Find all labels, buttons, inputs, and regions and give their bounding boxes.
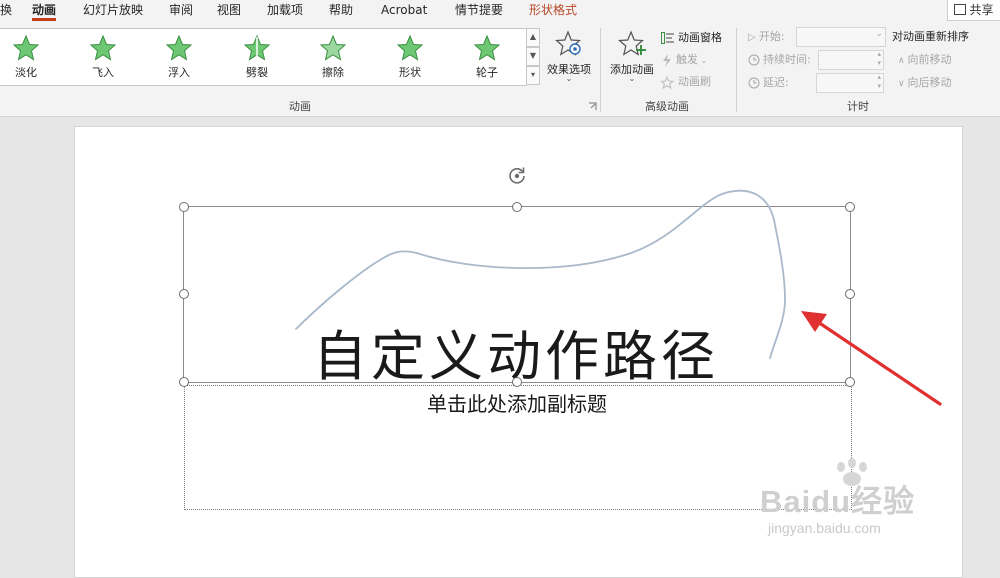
star-icon xyxy=(244,35,270,61)
dialog-launcher-icon[interactable] xyxy=(588,102,597,111)
animation-pane-icon xyxy=(661,32,674,44)
tab-acrobat[interactable]: Acrobat xyxy=(381,1,427,21)
baidu-watermark: Baidu经验 jingyan.baidu.com xyxy=(760,458,980,558)
spinner-arrows-icon: ▴ ▾ xyxy=(877,73,881,90)
clock-icon xyxy=(748,77,760,89)
ribbon: 淡化 飞入 浮入 劈裂 擦除 形状 轮子 ▲ ▼ ▾ 效果选项 ⌄ 动画 添加动… xyxy=(0,22,1000,117)
anim-wheel[interactable]: 轮子 xyxy=(457,29,517,85)
tab-addins[interactable]: 加载项 xyxy=(267,1,303,21)
anim-split[interactable]: 劈裂 xyxy=(227,29,287,85)
chevron-down-icon: ⌄ xyxy=(875,29,883,39)
anim-label: 飞入 xyxy=(92,66,114,79)
gallery-scroll-down[interactable]: ▼ xyxy=(526,47,540,66)
group-label-advanced: 高级动画 xyxy=(645,100,689,113)
anim-label: 浮入 xyxy=(168,66,190,79)
delay-label: 延迟: xyxy=(763,76,789,89)
tab-review[interactable]: 审阅 xyxy=(169,1,193,21)
anim-fade[interactable]: 淡化 xyxy=(0,29,56,85)
duration-label: 持续时间: xyxy=(763,53,811,66)
reorder-heading: 对动画重新排序 xyxy=(892,30,969,43)
animation-painter-icon xyxy=(661,75,675,89)
tab-shape-format[interactable]: 形状格式 xyxy=(529,1,577,21)
lightning-icon xyxy=(663,53,671,67)
tab-storyboard[interactable]: 情节提要 xyxy=(455,1,503,21)
effect-options-button[interactable]: 效果选项 ⌄ xyxy=(541,28,597,90)
clock-icon xyxy=(748,54,760,66)
star-icon xyxy=(166,35,192,61)
group-label-timing: 计时 xyxy=(847,100,869,113)
share-label: 共享 xyxy=(969,3,994,17)
tab-animations[interactable]: 动画 xyxy=(32,1,57,21)
gallery-scroll: ▲ ▼ ▾ xyxy=(526,28,540,85)
star-icon xyxy=(13,35,39,61)
trigger-label: 触发 xyxy=(676,53,698,66)
start-dropdown[interactable]: ⌄ xyxy=(796,27,886,47)
resize-handle-top-left[interactable] xyxy=(179,202,189,212)
resize-handle-right[interactable] xyxy=(845,289,855,299)
tab-view[interactable]: 视图 xyxy=(217,1,241,21)
anim-wipe[interactable]: 擦除 xyxy=(303,29,363,85)
anim-label: 轮子 xyxy=(476,66,498,79)
group-label-animation: 动画 xyxy=(289,100,311,113)
delay-label-row: 延迟: xyxy=(748,75,789,91)
animation-gallery: 淡化 飞入 浮入 劈裂 擦除 形状 轮子 xyxy=(0,28,527,86)
resize-handle-bottom-left[interactable] xyxy=(179,377,189,387)
start-label-row: ▷ 开始: xyxy=(748,30,785,43)
gallery-scroll-up[interactable]: ▲ xyxy=(526,28,540,47)
animation-painter-button[interactable]: 动画刷 xyxy=(661,74,711,90)
ribbon-tab-bar: 换 动画 幻灯片放映 审阅 视图 加载项 帮助 Acrobat 情节提要 形状格… xyxy=(0,0,1000,22)
star-icon xyxy=(474,35,500,61)
chevron-down-icon: ⌄ xyxy=(565,74,573,83)
anim-float-in[interactable]: 浮入 xyxy=(149,29,209,85)
resize-handle-bottom-right[interactable] xyxy=(845,377,855,387)
anim-label: 劈裂 xyxy=(246,66,268,79)
group-separator xyxy=(600,28,601,112)
duration-label-row: 持续时间: xyxy=(748,52,811,68)
start-label: 开始: xyxy=(758,30,785,43)
add-animation-button[interactable]: 添加动画 ⌄ xyxy=(604,28,660,90)
star-icon xyxy=(320,35,346,61)
chevron-down-icon: ⌄ xyxy=(628,74,636,83)
trigger-button[interactable]: 触发 ⌄ xyxy=(661,52,707,69)
animation-pane-label: 动画窗格 xyxy=(678,31,722,44)
move-earlier-button[interactable]: ∧ 向前移动 xyxy=(898,52,951,69)
slide-subtitle[interactable]: 单击此处添加副标题 xyxy=(184,388,850,417)
watermark-url: jingyan.baidu.com xyxy=(768,520,881,536)
gallery-more[interactable]: ▾ xyxy=(526,66,540,85)
resize-handle-top-right[interactable] xyxy=(845,202,855,212)
effect-options-icon xyxy=(555,30,581,56)
anim-label: 形状 xyxy=(399,66,421,79)
resize-handle-left[interactable] xyxy=(179,289,189,299)
duration-spinner[interactable]: ▴ ▾ xyxy=(818,50,884,70)
add-animation-icon xyxy=(618,30,646,56)
animation-painter-label: 动画刷 xyxy=(678,75,711,88)
tab-help[interactable]: 帮助 xyxy=(329,1,353,21)
group-separator xyxy=(736,28,737,112)
share-button[interactable]: 共享 xyxy=(947,0,1000,21)
anim-label: 擦除 xyxy=(322,66,344,79)
anim-shape[interactable]: 形状 xyxy=(380,29,440,85)
tab-slideshow[interactable]: 幻灯片放映 xyxy=(83,1,143,21)
star-icon xyxy=(90,35,116,61)
delay-spinner[interactable]: ▴ ▾ xyxy=(816,73,884,93)
watermark-brand: Baidu经验 xyxy=(760,484,916,519)
tab-transitions[interactable]: 换 xyxy=(0,1,12,21)
anim-label: 淡化 xyxy=(15,66,37,79)
move-earlier-label: 向前移动 xyxy=(907,53,952,66)
move-later-button[interactable]: ∨ 向后移动 xyxy=(898,75,951,92)
move-later-label: 向后移动 xyxy=(907,76,952,89)
resize-handle-top[interactable] xyxy=(512,202,522,212)
spinner-arrows-icon: ▴ ▾ xyxy=(877,50,881,67)
rotate-handle-icon[interactable] xyxy=(506,165,528,187)
share-icon xyxy=(954,4,967,15)
resize-handle-bottom[interactable] xyxy=(512,377,522,387)
animation-pane-button[interactable]: 动画窗格 xyxy=(661,30,722,46)
star-icon xyxy=(397,35,423,61)
anim-fly-in[interactable]: 飞入 xyxy=(73,29,133,85)
